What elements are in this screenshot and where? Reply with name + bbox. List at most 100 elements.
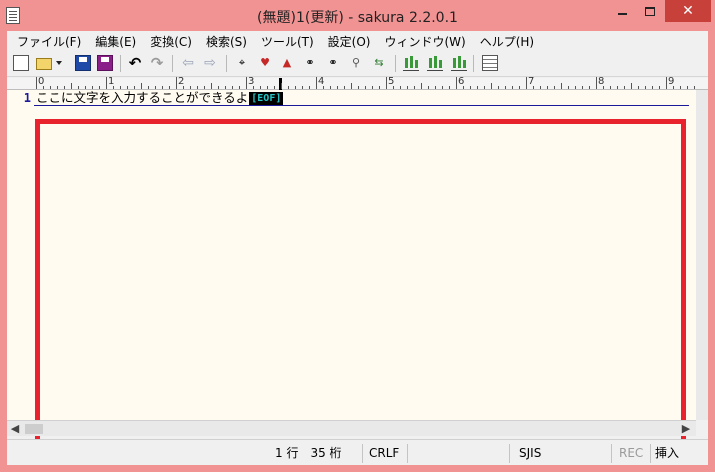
ruler-tick [428, 86, 429, 89]
ruler-tick [267, 86, 268, 89]
menu-help[interactable]: ヘルプ(H) [473, 33, 541, 50]
menu-settings[interactable]: 設定(O) [321, 33, 378, 50]
ruler-tick [610, 86, 611, 89]
ruler-tick [225, 86, 226, 89]
toolbar: ↶ ↷ ⇦ ⇨ ⌖ ♥ ▲ ⚭ ⚭ ⚲ ⇆ [7, 51, 708, 77]
scroll-thumb[interactable] [25, 424, 43, 434]
open-folder-icon[interactable] [36, 58, 52, 70]
ruler-tick [547, 86, 548, 89]
ruler-number: 3 [248, 76, 255, 87]
ruler-number: 2 [178, 76, 185, 87]
ruler-tick [519, 86, 520, 89]
function-list-icon[interactable] [451, 55, 467, 71]
maximize-button[interactable] [636, 0, 664, 22]
jump-icon[interactable]: ⚲ [348, 55, 364, 71]
status-rec: REC [619, 446, 644, 460]
close-button[interactable]: ✕ [665, 0, 711, 22]
ruler-tick [302, 86, 303, 89]
ruler-tick [78, 86, 79, 89]
ruler-tick [680, 86, 681, 89]
status-insert-mode[interactable]: 挿入 [655, 444, 679, 463]
find-icon[interactable]: ⌖ [234, 55, 250, 71]
ruler-tick [652, 86, 653, 89]
scroll-right-icon[interactable]: ▶ [680, 423, 692, 435]
ruler-tick [50, 86, 51, 89]
grep-icon[interactable]: ⚭ [325, 55, 341, 71]
menu-tools[interactable]: ツール(T) [254, 33, 321, 50]
save-icon[interactable] [75, 55, 91, 71]
status-line-ending[interactable]: CRLF [369, 444, 399, 463]
toolbar-separator [120, 55, 121, 72]
ruler-tick [281, 83, 282, 89]
find-prev-icon[interactable]: ▲ [279, 55, 295, 71]
editor-text-line[interactable]: ここに文字を入力することができるよ [EOF] [36, 90, 284, 105]
ruler-tick [575, 86, 576, 89]
menu-edit[interactable]: 編集(E) [88, 33, 143, 50]
new-file-icon[interactable] [13, 55, 29, 71]
menu-window[interactable]: ウィンドウ(W) [377, 33, 472, 50]
ruler-tick [274, 86, 275, 89]
ruler-tick [589, 86, 590, 89]
replace-icon[interactable]: ⚭ [302, 55, 318, 71]
ruler-tick [99, 86, 100, 89]
ruler-tick [596, 77, 597, 89]
toolbar-separator [172, 55, 173, 72]
menu-bar: ファイル(F) 編集(E) 変換(C) 検索(S) ツール(T) 設定(O) ウ… [7, 31, 708, 51]
ruler-tick [260, 86, 261, 89]
toolbar-separator [226, 55, 227, 72]
menu-file[interactable]: ファイル(F) [10, 33, 88, 50]
ruler-tick [512, 86, 513, 89]
ruler-number: 1 [108, 76, 115, 87]
ruler-number: 7 [528, 76, 535, 87]
toolbar-separator [473, 55, 474, 72]
ruler-tick [631, 83, 632, 89]
ruler-tick [498, 86, 499, 89]
outline-icon[interactable] [427, 55, 443, 71]
status-divider [650, 444, 651, 463]
editor-area[interactable]: 1 ここに文字を入力することができるよ [EOF] [7, 90, 696, 450]
maximize-icon [645, 6, 655, 16]
ruler-tick [57, 86, 58, 89]
ruler-number: 6 [458, 76, 465, 87]
ruler-tick [71, 83, 72, 89]
line-number-gutter: 1 [7, 90, 34, 420]
ruler-number: 0 [38, 76, 45, 87]
title-bar[interactable]: (無題)1(更新) - sakura 2.2.0.1 ✕ [0, 0, 715, 32]
vertical-scrollbar[interactable] [696, 90, 708, 420]
status-encoding[interactable]: SJIS [519, 444, 541, 463]
ruler-tick [190, 86, 191, 89]
ruler-tick [582, 86, 583, 89]
ruler-tick [162, 86, 163, 89]
back-icon[interactable]: ⇦ [180, 55, 196, 71]
forward-icon[interactable]: ⇨ [202, 55, 218, 71]
dropdown-arrow-icon[interactable] [56, 55, 63, 71]
undo-icon[interactable]: ↶ [127, 55, 143, 71]
ruler-tick [386, 77, 387, 89]
horizontal-scrollbar[interactable]: ◀ ▶ [7, 420, 696, 436]
find-next-icon[interactable]: ♥ [257, 55, 273, 71]
app-window: (無題)1(更新) - sakura 2.2.0.1 ✕ ファイル(F) 編集(… [0, 0, 715, 472]
ruler-tick [659, 86, 660, 89]
ruler-tick [36, 77, 37, 89]
ruler-tick [309, 86, 310, 89]
save-as-icon[interactable] [97, 55, 113, 71]
compare-icon[interactable] [403, 55, 419, 71]
menu-search[interactable]: 検索(S) [199, 33, 254, 50]
minimize-button[interactable] [608, 0, 636, 22]
ruler-tick [351, 83, 352, 89]
tag-jump-icon[interactable]: ⇆ [371, 55, 387, 71]
minimize-icon [617, 13, 627, 15]
ruler-tick [477, 86, 478, 89]
ruler-tick [239, 86, 240, 89]
settings-icon[interactable] [482, 55, 498, 71]
scroll-left-icon[interactable]: ◀ [9, 423, 21, 435]
ruler-tick [358, 86, 359, 89]
ruler-tick [155, 86, 156, 89]
ruler-tick [232, 86, 233, 89]
status-divider [509, 444, 510, 463]
redo-icon[interactable]: ↷ [149, 55, 165, 71]
ruler-tick [106, 77, 107, 89]
menu-convert[interactable]: 変換(C) [143, 33, 199, 50]
ruler-number: 5 [388, 76, 395, 87]
ruler-tick [645, 86, 646, 89]
